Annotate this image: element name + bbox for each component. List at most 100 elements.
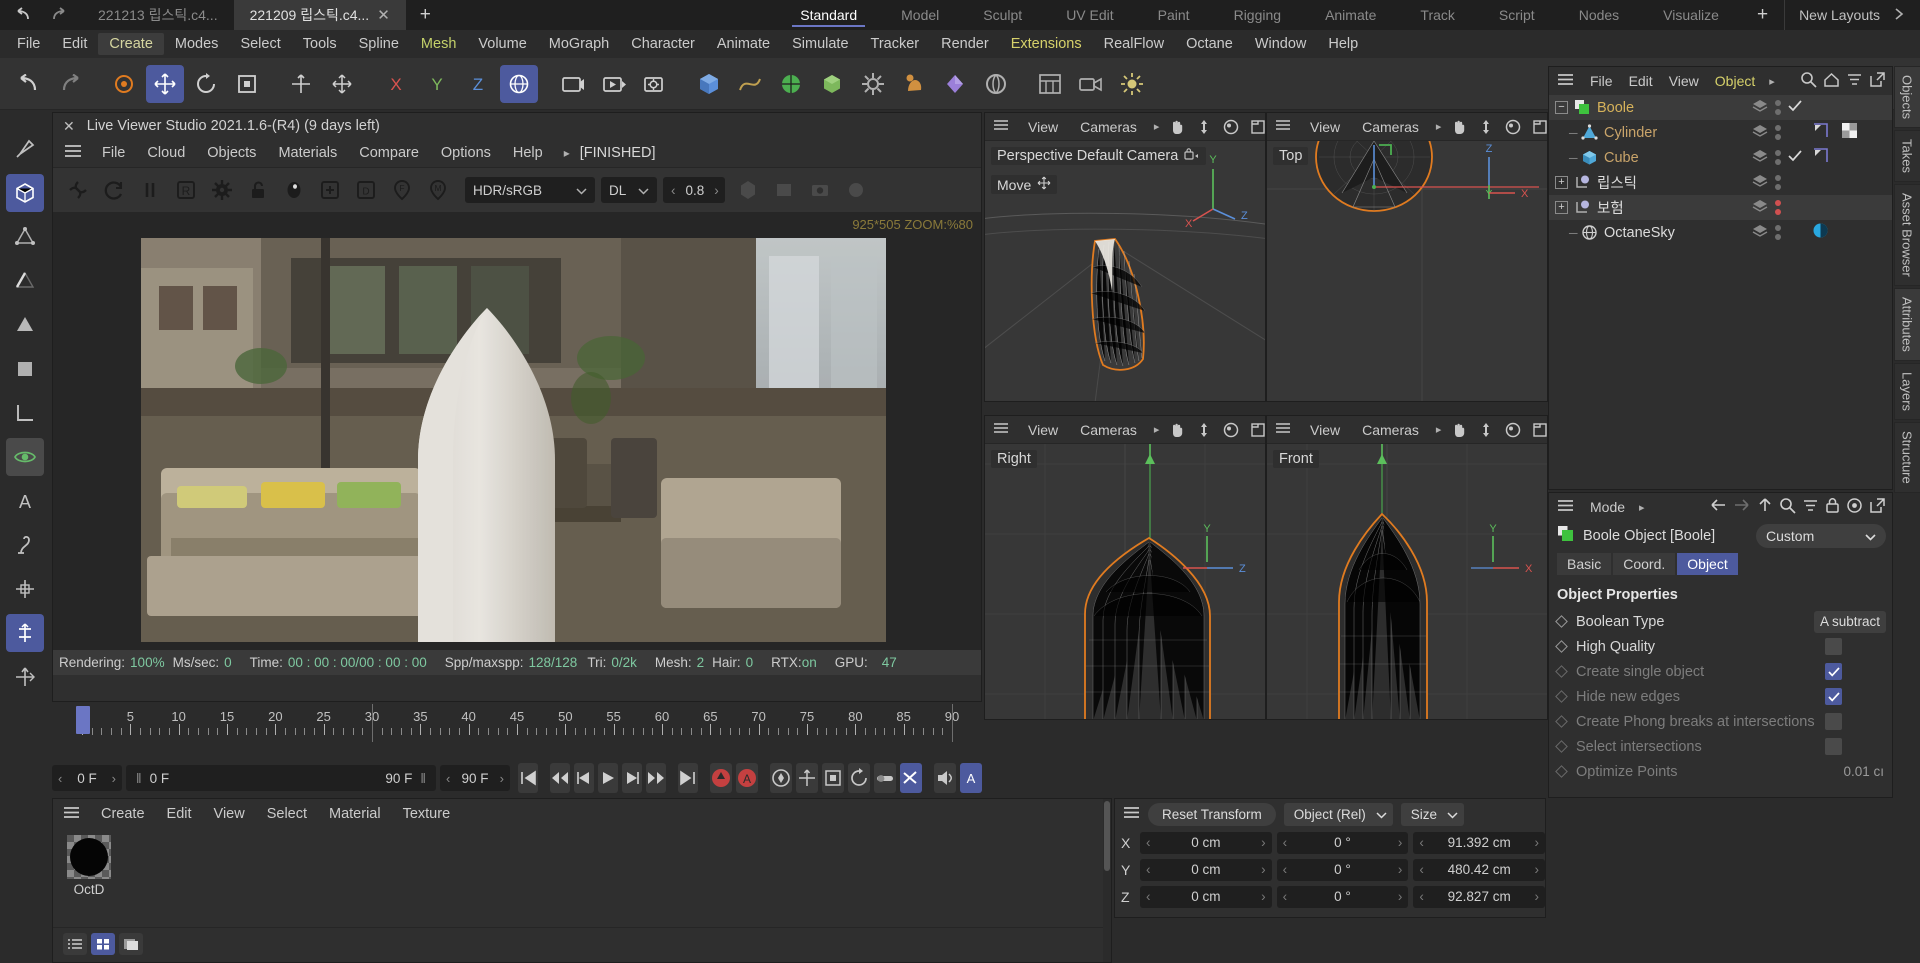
point-mode-icon[interactable] (6, 218, 44, 256)
dock-tab-objects[interactable]: Objects (1894, 66, 1920, 128)
timeline-ruler[interactable]: 051015202530354045505560657075808590 (52, 704, 982, 764)
tab-basic[interactable]: Basic (1557, 553, 1611, 575)
pause-icon[interactable] (133, 173, 167, 207)
dock-tab-layers[interactable]: Layers (1894, 363, 1920, 420)
material-list[interactable]: OctD (53, 829, 1111, 927)
add-document-tab-button[interactable]: + (406, 0, 445, 30)
axis-y-icon[interactable]: Y (418, 65, 456, 103)
menu-simulate[interactable]: Simulate (781, 33, 859, 55)
redo-icon[interactable] (51, 65, 89, 103)
render-mode-select[interactable]: DL (601, 177, 657, 203)
object-row-bohum[interactable]: + 보험 (1549, 195, 1892, 220)
tab-rigging[interactable]: Rigging (1212, 0, 1303, 30)
viewport-right[interactable]: View Cameras ▸ (984, 415, 1266, 720)
brush-icon[interactable] (6, 130, 44, 168)
exposure-stepper[interactable]: ‹ 0.8 › (663, 177, 725, 203)
layer-icon[interactable] (1752, 224, 1768, 242)
workplane-mode-icon[interactable] (6, 394, 44, 432)
refresh-icon[interactable] (97, 173, 131, 207)
camera-lock-icon[interactable] (1184, 148, 1200, 164)
menu-create[interactable]: Create (98, 33, 164, 55)
frame-range-bar[interactable]: ‖ 0 F 90 F ‖ (126, 765, 436, 791)
chevron-right-icon[interactable]: ▸ (1633, 501, 1651, 514)
menu-help[interactable]: Help (1317, 33, 1369, 55)
viewport-canvas[interactable]: Y Z X Perspective Default Camera Move Gr… (985, 141, 1265, 402)
prev-frame-icon[interactable] (574, 763, 594, 793)
mm-menu-view[interactable]: View (203, 803, 256, 825)
menu-mograph[interactable]: MoGraph (538, 33, 620, 55)
visibility-toggle[interactable] (1775, 200, 1781, 215)
chevron-right-icon[interactable]: › (1535, 889, 1540, 904)
size-select[interactable]: Size (1401, 803, 1464, 826)
pan-icon[interactable] (1165, 418, 1189, 442)
position-z-field[interactable]: ‹ 0 cm › (1140, 886, 1272, 908)
object-row-cube[interactable]: ─ Cube (1549, 145, 1892, 170)
tab-standard[interactable]: Standard (778, 0, 879, 30)
rotate-view-icon[interactable] (1501, 418, 1525, 442)
menu-file[interactable]: File (6, 33, 51, 55)
visibility-dots[interactable] (1752, 199, 1806, 217)
tab-track[interactable]: Track (1398, 0, 1476, 30)
rotate-icon[interactable] (187, 65, 225, 103)
material-scrollbar[interactable] (1103, 799, 1111, 962)
zoom-icon[interactable] (1192, 115, 1216, 139)
mm-menu-create[interactable]: Create (90, 803, 156, 825)
animate-diamond-icon[interactable] (1555, 665, 1568, 678)
hamburger-icon[interactable] (1555, 499, 1582, 516)
chevron-right-icon[interactable]: ▸ (1430, 120, 1448, 133)
range-handle-right-icon[interactable]: ‖ (420, 771, 426, 786)
undo-icon[interactable] (14, 7, 34, 23)
texture-tag-icon[interactable] (1841, 122, 1858, 143)
chevron-right-icon[interactable]: › (1261, 862, 1266, 877)
next-frame-icon[interactable] (622, 763, 642, 793)
space-select[interactable]: Object (Rel) (1284, 803, 1393, 826)
viewport-menu-cameras[interactable]: Cameras (1069, 116, 1148, 138)
visibility-dots[interactable] (1752, 149, 1806, 167)
open-external-icon[interactable] (1869, 71, 1886, 92)
quantize-icon[interactable] (6, 614, 44, 652)
lv-menu-cloud[interactable]: Cloud (136, 142, 196, 164)
current-frame-field[interactable]: ‹ 0 F › (52, 765, 122, 791)
hamburger-icon[interactable] (1555, 73, 1582, 90)
forward-arrow-icon[interactable] (1733, 497, 1751, 518)
lock-icon[interactable] (1825, 497, 1840, 518)
search-icon[interactable] (1779, 497, 1796, 518)
expander-icon[interactable]: + (1555, 201, 1568, 214)
grid-view-icon[interactable] (91, 933, 115, 955)
rotation-x-field[interactable]: ‹ 0 ° › (1277, 832, 1409, 854)
new-layouts-group[interactable]: New Layouts (1784, 0, 1920, 30)
chevron-right-icon[interactable]: › (1261, 835, 1266, 850)
region-render-icon[interactable]: R (169, 173, 203, 207)
object-row-cylinder[interactable]: ─ Cylinder (1549, 120, 1892, 145)
maximize-icon[interactable] (1528, 418, 1548, 442)
chevron-right-icon[interactable]: › (1261, 889, 1266, 904)
visibility-dots[interactable] (1752, 124, 1806, 142)
cube-mode-icon[interactable] (6, 174, 44, 212)
expander-icon[interactable]: + (1555, 176, 1568, 189)
animate-diamond-icon[interactable] (1555, 640, 1568, 653)
prop-optimize-points[interactable]: Optimize Points 0.01 cı (1549, 759, 1892, 784)
rotation-key-icon[interactable] (848, 763, 870, 793)
viewport-menu-view[interactable]: View (1299, 116, 1351, 138)
layer-icon[interactable] (1752, 149, 1768, 167)
animate-diamond-icon[interactable] (1555, 740, 1568, 753)
tag-slot[interactable] (1806, 122, 1892, 143)
move-alt-icon[interactable] (323, 65, 361, 103)
render-region-icon[interactable] (595, 65, 633, 103)
open-external-icon[interactable] (1869, 497, 1886, 518)
chevron-right-icon[interactable]: ▸ (1430, 423, 1448, 436)
high-quality-checkbox[interactable] (1825, 638, 1842, 655)
snap-icon[interactable] (6, 570, 44, 608)
octane-restart-icon[interactable] (61, 173, 95, 207)
lv-menu-compare[interactable]: Compare (348, 142, 430, 164)
menu-window[interactable]: Window (1244, 33, 1318, 55)
viewport-perspective[interactable]: View Cameras ▸ (984, 112, 1266, 402)
close-icon[interactable]: ✕ (377, 6, 390, 24)
timeline-ticks[interactable]: 051015202530354045505560657075808590 (52, 704, 982, 742)
pan-icon[interactable] (1447, 115, 1471, 139)
menu-extensions[interactable]: Extensions (1000, 33, 1093, 55)
menu-render[interactable]: Render (930, 33, 1000, 55)
viewport-canvas[interactable]: Y X Front Grid Spacing : 50 cm (1267, 444, 1547, 720)
tab-visualize[interactable]: Visualize (1641, 0, 1741, 30)
render-settings-icon[interactable] (636, 65, 674, 103)
